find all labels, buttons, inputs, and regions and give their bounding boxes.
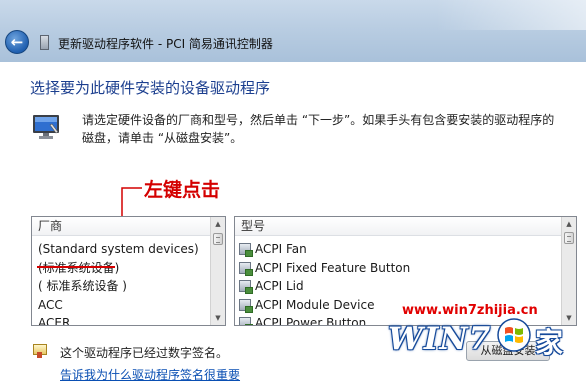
device-icon <box>239 317 253 325</box>
page-title: 选择要为此硬件安装的设备驱动程序 <box>30 79 271 97</box>
manufacturer-list-header: 厂商 <box>32 217 225 236</box>
model-list-header: 型号 <box>235 217 576 236</box>
window-title: 更新驱动程序软件 - PCI 简易通讯控制器 <box>58 37 273 51</box>
device-icon <box>239 243 253 257</box>
scroll-down-arrow-icon[interactable]: ▼ <box>562 311 576 325</box>
device-manager-icon <box>40 35 49 50</box>
glass-reflection <box>436 0 586 30</box>
model-item-label: ACPI Power Button <box>255 316 367 326</box>
model-item[interactable]: ACPI Lid <box>235 277 576 296</box>
manufacturer-scrollbar[interactable]: ▲ ▼ <box>210 217 225 325</box>
model-item-label: ACPI Lid <box>255 279 304 293</box>
back-arrow-icon[interactable]: ← <box>5 30 29 54</box>
signature-info-link[interactable]: 告诉我为什么驱动程序签名很重要 <box>60 366 240 383</box>
window-title-bar: ← 更新驱动程序软件 - PCI 简易通讯控制器 <box>0 0 586 62</box>
model-item[interactable]: ACPI Fan <box>235 240 576 259</box>
manufacturer-item[interactable]: ( 标准系统设备 ) <box>32 277 225 296</box>
model-scrollbar[interactable]: ▲ ▼ <box>561 217 576 325</box>
windows-flag-icon <box>497 318 531 352</box>
scroll-down-arrow-icon[interactable]: ▼ <box>211 311 225 325</box>
watermark-home-char: 家 <box>535 326 564 359</box>
scroll-thumb[interactable] <box>213 233 223 245</box>
device-icon <box>239 298 253 313</box>
model-item-label: ACPI Fan <box>255 242 307 256</box>
model-item-label: ACPI Module Device <box>255 297 375 312</box>
monitor-icon <box>33 115 59 139</box>
watermark-url: www.win7zhijia.cn <box>402 303 538 318</box>
instruction-text: 请选定硬件设备的厂商和型号，然后单击 “下一步”。如果手头有包含要安装的驱动程序… <box>82 113 555 145</box>
annotation-underline <box>37 266 115 268</box>
scroll-up-arrow-icon[interactable]: ▲ <box>211 217 225 231</box>
device-icon <box>239 280 253 294</box>
device-icon <box>239 261 253 276</box>
scroll-up-arrow-icon[interactable]: ▲ <box>562 217 576 231</box>
certificate-icon <box>33 344 47 358</box>
model-item-label: ACPI Fixed Feature Button <box>255 260 411 275</box>
manufacturer-item[interactable]: ACC <box>32 296 225 315</box>
manufacturer-listbox[interactable]: 厂商 (Standard system devices) (标准系统设备) ( … <box>31 216 226 326</box>
annotation-label: 左键点击 <box>144 179 221 201</box>
scroll-thumb[interactable] <box>564 232 574 244</box>
manufacturer-item[interactable]: (Standard system devices) <box>32 240 225 259</box>
signature-status: 这个驱动程序已经过数字签名。 <box>60 346 229 360</box>
model-item[interactable]: ACPI Fixed Feature Button <box>235 259 576 278</box>
watermark-logo: WIN7 <box>388 321 492 357</box>
manufacturer-item[interactable]: ACER <box>32 314 225 325</box>
